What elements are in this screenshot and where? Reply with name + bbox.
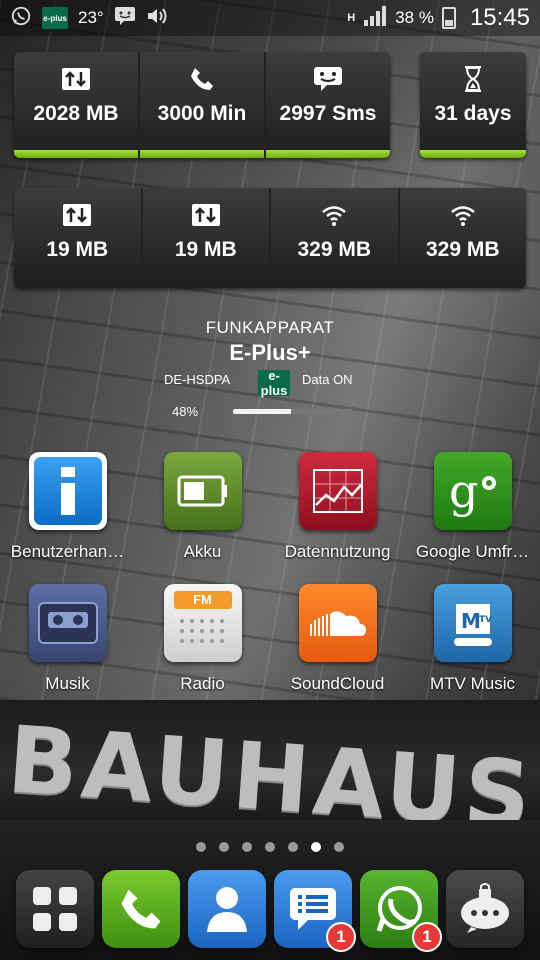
app-mtv-music[interactable]: M TV MTV Music <box>405 584 540 704</box>
tile-value: 329 MB <box>297 238 372 261</box>
app-icon[interactable] <box>28 452 107 530</box>
page-dot[interactable] <box>288 842 298 852</box>
soundcloud-icon <box>298 584 377 662</box>
app-datennutzung[interactable]: Datennutzung <box>270 452 405 572</box>
battery-percentage: 38 % <box>395 8 434 27</box>
network-type-indicator: H <box>347 11 356 24</box>
usage-widget-row-1[interactable]: 2028 MB 3000 Min 2997 Sms <box>14 52 390 158</box>
radio-icon: FM <box>163 584 242 662</box>
eplus-logo: e-plus <box>258 368 290 398</box>
bbm-icon <box>114 6 136 31</box>
page-dot[interactable] <box>265 842 275 852</box>
app-label: SoundCloud <box>290 674 385 693</box>
radio-title: FUNKAPPARAT <box>205 318 335 337</box>
data-volume-tile[interactable]: 2028 MB <box>14 52 138 158</box>
status-bar[interactable]: e-plus 23° H 38 % 15:45 <box>0 0 540 36</box>
page-dot[interactable] <box>242 842 252 852</box>
page-dot[interactable] <box>219 842 229 852</box>
app-akku[interactable]: Akku <box>135 452 270 572</box>
page-dot-active[interactable] <box>311 842 321 852</box>
wifi-icon <box>319 202 349 228</box>
eplus-icon: e-plus <box>42 7 68 29</box>
dock-apps-button[interactable] <box>16 870 94 948</box>
app-label: MTV Music <box>430 674 515 693</box>
phone-icon <box>121 889 161 929</box>
dock-phone-button[interactable] <box>102 870 180 948</box>
apps-grid-icon <box>33 887 77 931</box>
sms-tile[interactable]: 2997 Sms <box>266 52 390 158</box>
unread-badge: 1 <box>412 922 442 952</box>
phone-icon <box>187 66 217 92</box>
volume-icon <box>146 6 168 31</box>
mobile-data-tile-2[interactable]: 19 MB <box>142 188 269 288</box>
mtv-icon: M TV <box>433 584 512 662</box>
app-benutzerhandbuch[interactable]: Benutzerhan… <box>0 452 135 572</box>
tile-value: 329 MB <box>425 238 500 261</box>
data-transfer-icon <box>61 66 91 92</box>
unread-badge: 1 <box>326 922 356 952</box>
radio-fm-label: FM <box>173 591 232 609</box>
app-label: Radio <box>180 674 225 693</box>
days-tile[interactable]: 31 days <box>420 52 526 158</box>
data-status: Data ON <box>302 372 353 387</box>
data-transfer-icon <box>62 202 92 228</box>
whatsapp-icon <box>10 5 32 32</box>
app-musik[interactable]: Musik <box>0 584 135 704</box>
contacts-icon <box>207 887 247 932</box>
dock-contacts-button[interactable] <box>188 870 266 948</box>
signal-icon <box>363 5 387 32</box>
battery-icon <box>441 7 456 29</box>
page-dot[interactable] <box>196 842 206 852</box>
dock-whatsapp-button[interactable]: 1 <box>360 870 442 952</box>
wifi-icon <box>448 202 478 228</box>
dock-messages-button[interactable]: 1 <box>274 870 356 952</box>
app-label: Datennutzung <box>284 542 391 561</box>
page-indicator[interactable] <box>0 842 540 852</box>
lock-chat-icon <box>461 883 509 933</box>
minutes-tile[interactable]: 3000 Min <box>140 52 264 158</box>
signal-strength-bar <box>233 409 353 414</box>
temperature: 23° <box>78 8 104 27</box>
dock-secure-chat-button[interactable] <box>446 870 524 948</box>
tile-value: 19 MB <box>46 238 109 261</box>
app-google-umfragen[interactable]: g Google Umfr… <box>405 452 540 572</box>
page-dot[interactable] <box>334 842 344 852</box>
tile-value: 3000 Min <box>157 102 247 125</box>
google-surveys-icon: g <box>433 452 512 530</box>
wifi-data-tile-2[interactable]: 329 MB <box>399 188 526 288</box>
sms-icon <box>313 66 343 92</box>
battery-app-icon <box>163 452 242 530</box>
usage-widget-row-2[interactable]: 19 MB 19 MB 329 MB 329 MB <box>14 188 526 288</box>
info-icon <box>33 457 102 525</box>
usage-widget-days[interactable]: 31 days <box>420 52 526 158</box>
cassette-icon <box>28 584 107 662</box>
app-label: Musik <box>45 674 90 693</box>
svg-text:M: M <box>461 609 481 633</box>
svg-text:g: g <box>449 465 478 517</box>
wifi-data-tile-1[interactable]: 329 MB <box>271 188 398 288</box>
operator-name: E-Plus+ <box>229 340 311 365</box>
tile-value: 31 days <box>434 102 512 125</box>
svg-text:TV: TV <box>479 615 492 625</box>
tile-value: 2997 Sms <box>279 102 377 125</box>
clock: 15:45 <box>469 4 530 31</box>
signal-strength-fill <box>233 409 291 414</box>
chart-app-icon <box>298 452 377 530</box>
app-label: Google Umfr… <box>415 542 530 561</box>
tile-value: 19 MB <box>174 238 237 261</box>
app-label: Akku <box>183 542 222 561</box>
signal-percentage: 48% <box>172 404 199 419</box>
mobile-data-tile-1[interactable]: 19 MB <box>14 188 141 288</box>
app-soundcloud[interactable]: SoundCloud <box>270 584 405 704</box>
radio-info-widget[interactable]: FUNKAPPARAT E-Plus+ DE-HSDPA e-plus Data… <box>0 318 540 419</box>
network-standard: DE-HSDPA <box>164 372 231 387</box>
app-label: Benutzerhan… <box>10 542 125 561</box>
app-radio[interactable]: FM Radio <box>135 584 270 704</box>
data-transfer-icon <box>191 202 221 228</box>
hourglass-icon <box>458 66 488 92</box>
tile-value: 2028 MB <box>33 102 119 125</box>
